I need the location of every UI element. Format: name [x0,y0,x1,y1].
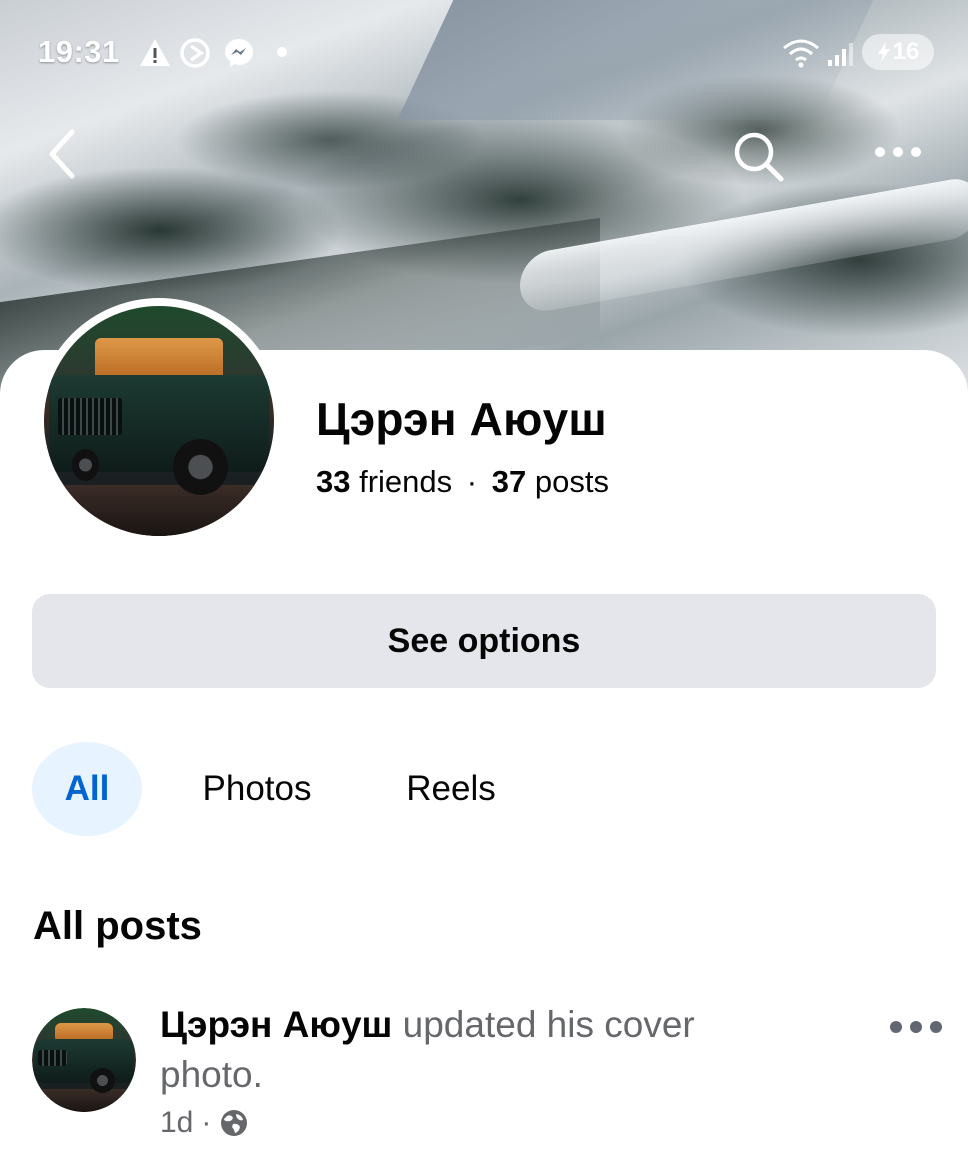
post-avatar-car [32,1008,136,1112]
showroom-floor [32,1089,136,1112]
post-header-text: Цэрэн Аюуш updated his cover photo. [160,1000,800,1100]
friends-label[interactable]: friends [359,464,452,499]
posts-label: posts [534,464,609,499]
notification-dot-icon [277,47,287,57]
search-icon[interactable] [730,128,786,184]
battery-level: 16 [892,38,920,65]
data-saver-icon [180,38,210,68]
profile-name: Цэрэн Аюуш [316,393,607,445]
profile-stats: 33 friends · 37 posts [316,464,609,500]
tab-photos[interactable]: Photos [190,742,324,836]
dot [890,1021,902,1033]
back-chevron-icon[interactable] [44,128,80,180]
dot [910,1021,922,1033]
profile-avatar[interactable] [36,298,282,544]
car-wheel [172,439,228,495]
charging-bolt-icon [877,42,890,62]
post-timestamp[interactable]: 1d [160,1106,193,1140]
all-posts-heading: All posts [33,904,202,948]
post-meta: 1d · [160,1106,249,1140]
post-author-avatar[interactable] [32,1008,136,1112]
warning-icon [140,39,170,66]
showroom-floor [44,485,274,536]
status-bar: 19:31 16 [0,28,968,78]
profile-picture-car [44,306,274,536]
globe-icon [221,1110,248,1136]
dot [930,1021,942,1033]
stats-separator: · [466,464,478,499]
messenger-icon [225,39,253,67]
battery-indicator: 16 [862,34,934,70]
car-grille [38,1049,68,1067]
post-author-name[interactable]: Цэрэн Аюуш [160,1004,392,1045]
cell-signal-icon [828,43,853,66]
tab-reels[interactable]: Reels [396,742,506,836]
car-grille [57,398,123,435]
car-wheel [71,448,100,481]
status-time: 19:31 [38,34,120,69]
tab-all[interactable]: All [32,742,142,836]
post-more-options-icon[interactable] [890,1012,942,1042]
see-options-button[interactable]: See options [32,594,936,688]
wifi-icon [783,39,819,68]
cover-snow-field [520,174,968,316]
post-meta-separator: · [201,1106,212,1139]
friends-count[interactable]: 33 [316,464,350,499]
posts-count: 37 [491,464,527,499]
more-dots-icon[interactable] [872,142,924,162]
